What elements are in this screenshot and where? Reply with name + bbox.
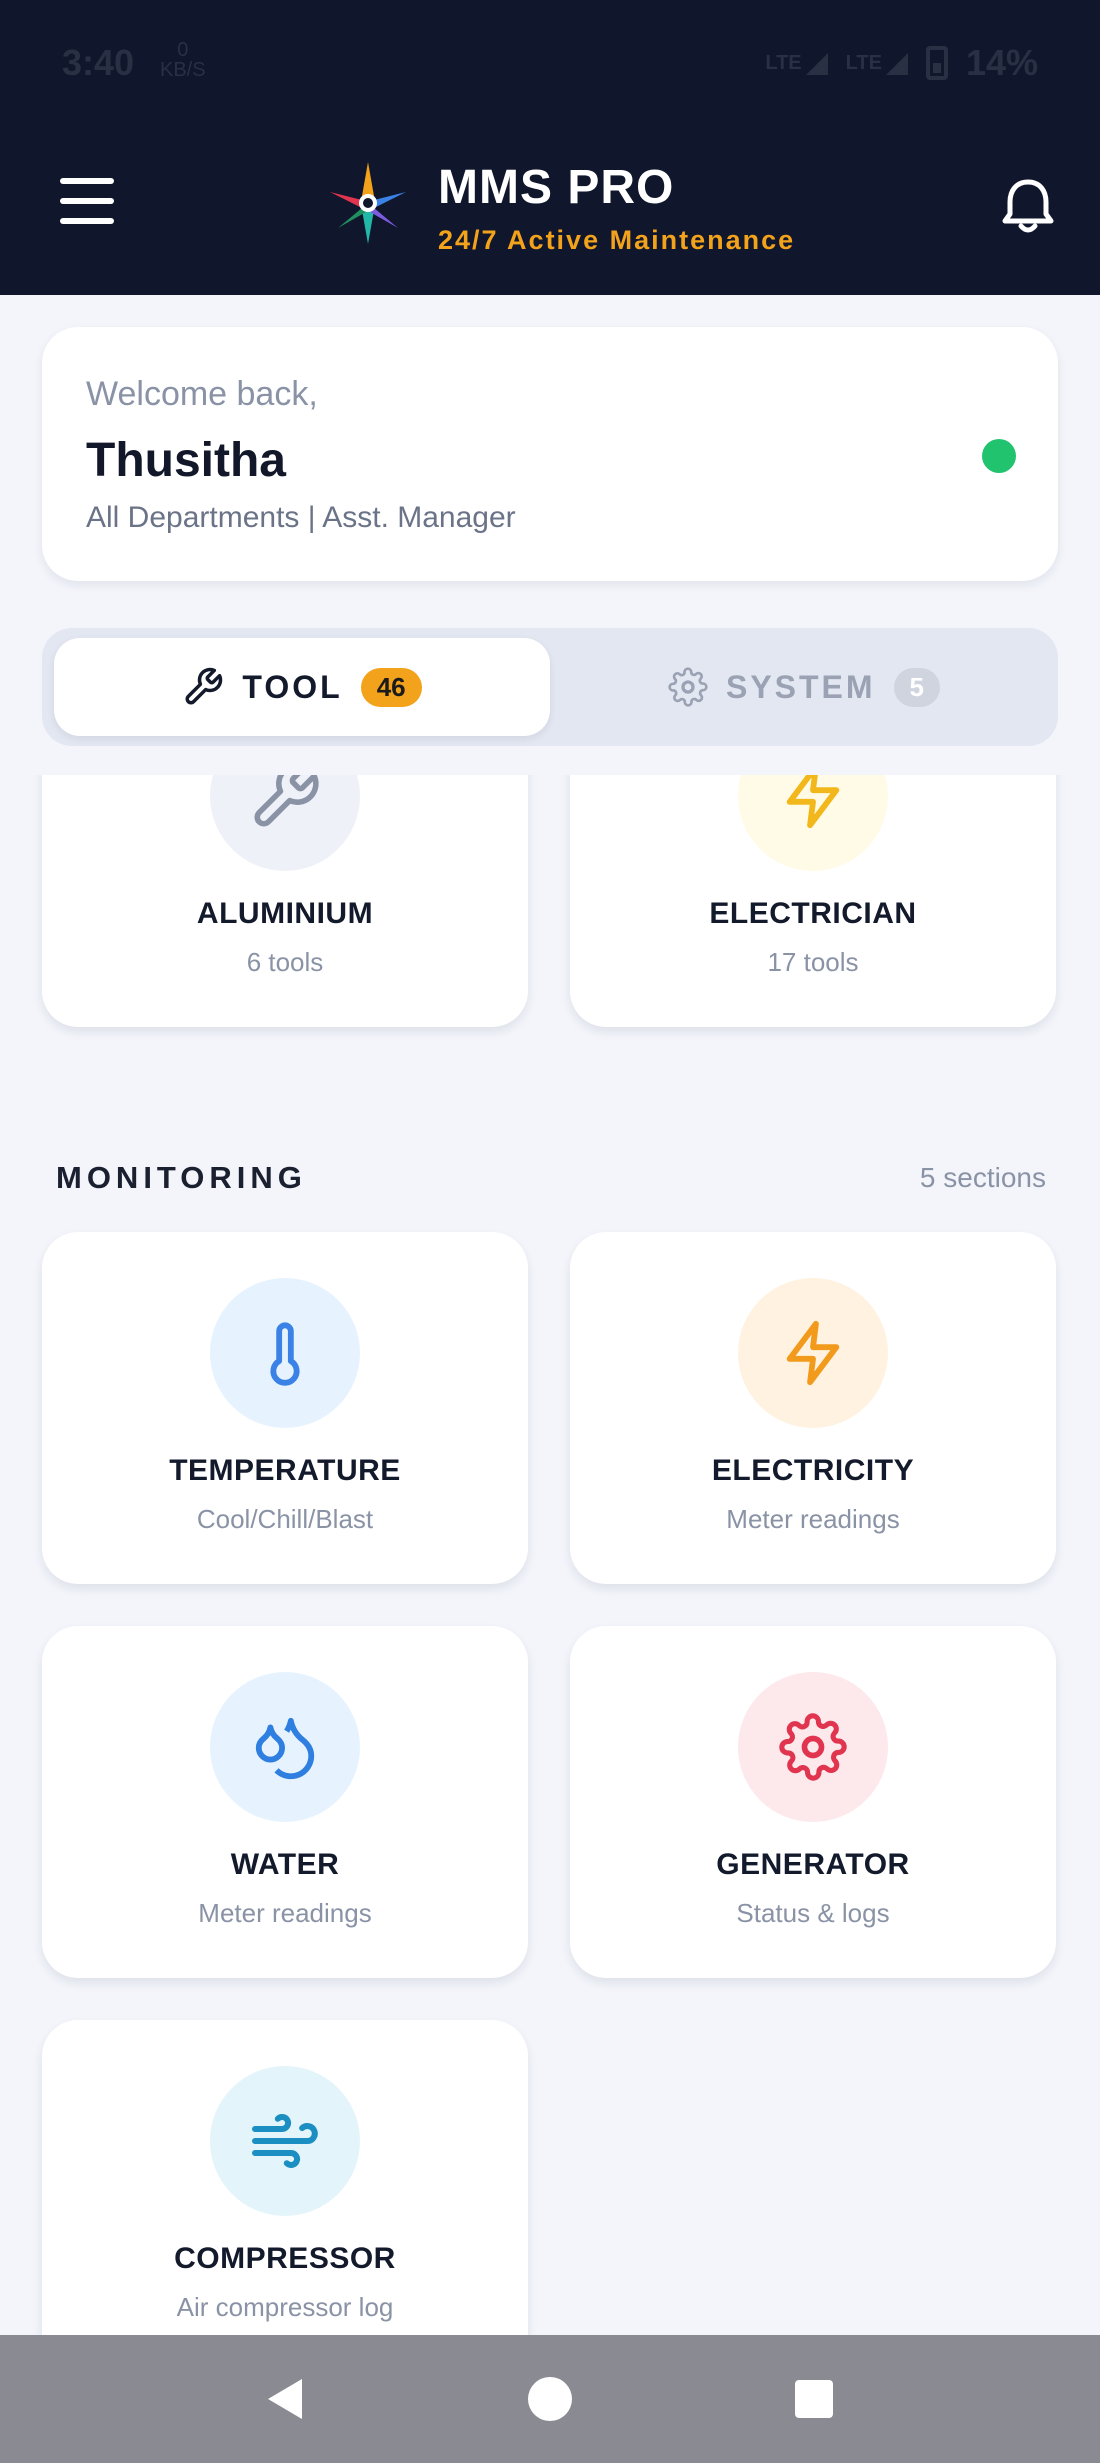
card-subtitle: Meter readings [198,1898,372,1928]
card-subtitle: Meter readings [726,1504,900,1534]
card-icon-circle [738,1278,888,1428]
status-bar: 3:40 0 KB/S LTE LTE 14% [0,0,1100,120]
tab-tool[interactable]: TOOL 46 [54,638,550,736]
card-subtitle: Cool/Chill/Blast [196,1504,374,1534]
monitoring-card-electricity[interactable]: ELECTRICITY Meter readings [570,1232,1056,1584]
user-name: Thusitha [86,434,286,487]
battery-icon [925,46,948,80]
network-indicator-2: LTE [846,52,908,75]
welcome-card: Welcome back, Thusitha All Departments |… [42,327,1058,581]
thermometer-icon [270,1322,300,1386]
card-icon-circle [210,2066,360,2216]
online-status-dot [982,439,1016,473]
wrench-icon [185,667,223,705]
gear-icon [779,1713,847,1781]
battery-percent: 14% [965,42,1038,83]
lightning-icon [786,775,840,829]
card-subtitle: 17 tools [767,947,859,977]
card-icon-circle [738,775,888,871]
compass-star-icon [330,162,406,244]
card-title: GENERATOR [716,1848,910,1881]
app-title: MMS PRO [438,161,675,214]
category-tabs: TOOL 46 SYSTEM 5 [42,628,1058,746]
card-icon-circle [210,775,360,871]
hamburger-menu-icon[interactable] [60,178,114,228]
status-icons: LTE LTE 14% [765,42,1038,84]
card-icon-circle [210,1278,360,1428]
card-title: COMPRESSOR [174,2242,396,2275]
data-speed-indicator: 0 KB/S [160,39,206,81]
recent-square-icon[interactable] [788,2373,840,2425]
wind-icon [252,2114,318,2168]
tab-tool-label: TOOL [242,668,343,705]
card-subtitle: 6 tools [246,947,324,977]
back-triangle-icon[interactable] [260,2373,312,2425]
monitoring-card-water[interactable]: WATER Meter readings [42,1626,528,1978]
tab-system-count-badge: 5 [893,667,941,707]
bell-icon[interactable] [1000,176,1056,236]
card-subtitle: Air compressor log [176,2292,394,2322]
status-time: 3:40 [62,42,135,83]
monitoring-card-compressor[interactable]: COMPRESSOR Air compressor log [42,2020,528,2335]
tab-system-label: SYSTEM [725,668,876,705]
monitoring-card-generator[interactable]: GENERATOR Status & logs [570,1626,1056,1978]
tab-system[interactable]: SYSTEM 5 [562,638,1046,736]
card-subtitle: Status & logs [736,1898,890,1928]
lightning-icon [786,1320,840,1386]
card-title: ELECTRICITY [711,1454,915,1487]
section-heading-monitoring: MONITORING [56,1160,307,1195]
monitoring-card-temperature[interactable]: TEMPERATURE Cool/Chill/Blast [42,1232,528,1584]
network-indicator-1: LTE [765,52,828,75]
card-title: ELECTRICIAN [709,897,917,930]
welcome-greeting: Welcome back, [86,375,318,413]
app-subtitle: 24/7 Active Maintenance [438,225,796,255]
app-screen: 3:40 0 KB/S LTE LTE 14% MMS PRO 24/7 Act… [0,0,1100,2463]
tool-card-aluminium[interactable]: ALUMINIUM 6 tools [42,775,528,1027]
app-header: 3:40 0 KB/S LTE LTE 14% MMS PRO 24/7 Act… [0,0,1100,295]
gear-icon [668,667,708,707]
signal-icon [805,52,828,75]
card-title: TEMPERATURE [169,1454,401,1487]
card-icon-circle [210,1672,360,1822]
wrench-icon [254,775,319,827]
card-title: WATER [230,1848,340,1881]
cards-scroll-area[interactable]: ALUMINIUM 6 tools ELECTRICIAN 17 tools M… [0,775,1100,2335]
tool-card-electrician[interactable]: ELECTRICIAN 17 tools [570,775,1056,1027]
signal-icon [885,52,908,75]
system-navigation-bar [0,2335,1100,2463]
user-role: All Departments | Asst. Manager [86,501,516,534]
home-circle-icon[interactable] [524,2373,576,2425]
card-title: ALUMINIUM [196,897,374,930]
tab-tool-count-badge: 46 [360,667,422,707]
section-count: 5 sections [919,1162,1046,1193]
card-icon-circle [738,1672,888,1822]
water-drops-icon [255,1717,315,1780]
